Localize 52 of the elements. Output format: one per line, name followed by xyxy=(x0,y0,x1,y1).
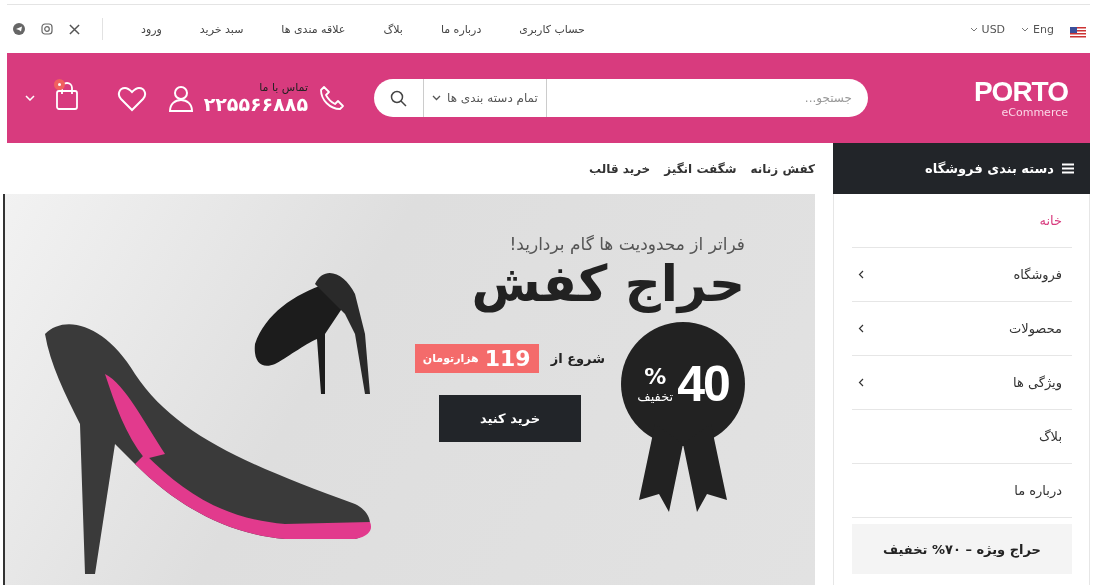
cart-badge-icon xyxy=(54,79,65,90)
category-menu-item[interactable]: خانه xyxy=(1039,213,1062,228)
percent-sign: % xyxy=(644,364,667,389)
language-selector[interactable]: Eng xyxy=(1021,22,1054,36)
discount-label: تخفیف xyxy=(637,389,674,404)
category-menu-header[interactable]: دسته بندی فروشگاه xyxy=(833,143,1090,194)
category-menu-item[interactable]: درباره ما xyxy=(1014,483,1062,498)
top-link[interactable]: بلاگ xyxy=(383,22,403,36)
caret-icon[interactable] xyxy=(1021,26,1030,32)
price-value: 119 xyxy=(484,346,531,371)
chevron-icon[interactable] xyxy=(858,378,864,387)
x-icon[interactable] xyxy=(69,23,80,35)
promo-banner[interactable]: حراج ویژه – ۷۰% تخفیف xyxy=(852,524,1072,574)
phone-number[interactable]: ۲۲۵۵۶۶۸۸۵ xyxy=(203,94,308,115)
top-link[interactable]: علاقه مندی ها xyxy=(281,22,346,36)
category-menu-item[interactable]: فروشگاه xyxy=(1013,267,1062,282)
menu-icon[interactable] xyxy=(1062,163,1074,174)
banner-subtitle: فراتر از محدودیت ها گام بردارید! xyxy=(509,234,745,254)
nav-link[interactable]: شگفت انگیز xyxy=(664,161,737,176)
category-dropdown[interactable]: تمام دسته بندی ها xyxy=(423,79,547,117)
price-prefix: شروع از xyxy=(550,351,605,366)
chevron-icon[interactable] xyxy=(858,270,864,279)
us-flag-icon[interactable] xyxy=(1070,26,1086,38)
category-menu-item[interactable]: ویژگی ها xyxy=(1012,375,1062,390)
nav-link[interactable]: خرید قالب xyxy=(588,161,651,176)
buy-button[interactable]: خرید کنید xyxy=(439,395,581,442)
category-menu-item[interactable]: بلاگ xyxy=(1039,429,1062,444)
cart-bag-icon[interactable] xyxy=(55,82,79,110)
banner-title: حراج کفش xyxy=(471,254,745,314)
caret-icon[interactable] xyxy=(432,95,441,101)
logo-title[interactable]: PORTO xyxy=(973,77,1068,106)
logo-subtitle: eCommerce xyxy=(1001,105,1068,119)
category-menu-title: دسته بندی فروشگاه xyxy=(925,161,1054,176)
top-link[interactable]: سبد خرید xyxy=(199,22,244,36)
discount-value: 40 xyxy=(677,355,729,413)
instagram-icon[interactable] xyxy=(41,23,53,35)
category-menu-item[interactable]: محصولات xyxy=(1009,321,1062,336)
search-field[interactable]: جستجو... تمام دسته بندی ها xyxy=(374,79,868,117)
user-icon[interactable] xyxy=(167,84,195,112)
chevron-icon[interactable] xyxy=(858,324,864,333)
contact-label: تماس با ما xyxy=(258,81,308,95)
caret-icon[interactable] xyxy=(969,26,978,32)
top-link[interactable]: ورود xyxy=(141,22,162,36)
search-icon[interactable] xyxy=(390,89,407,107)
currency-selector[interactable]: USD xyxy=(969,22,1006,36)
phone-icon xyxy=(318,84,346,112)
nav-link[interactable]: کفش زنانه xyxy=(750,161,815,176)
top-link[interactable]: درباره ما xyxy=(440,22,482,36)
telegram-icon[interactable] xyxy=(13,23,25,35)
heart-icon[interactable] xyxy=(117,84,147,112)
top-link[interactable]: حساب کاربری xyxy=(519,22,585,36)
price-unit: هزارتومان xyxy=(422,352,479,365)
